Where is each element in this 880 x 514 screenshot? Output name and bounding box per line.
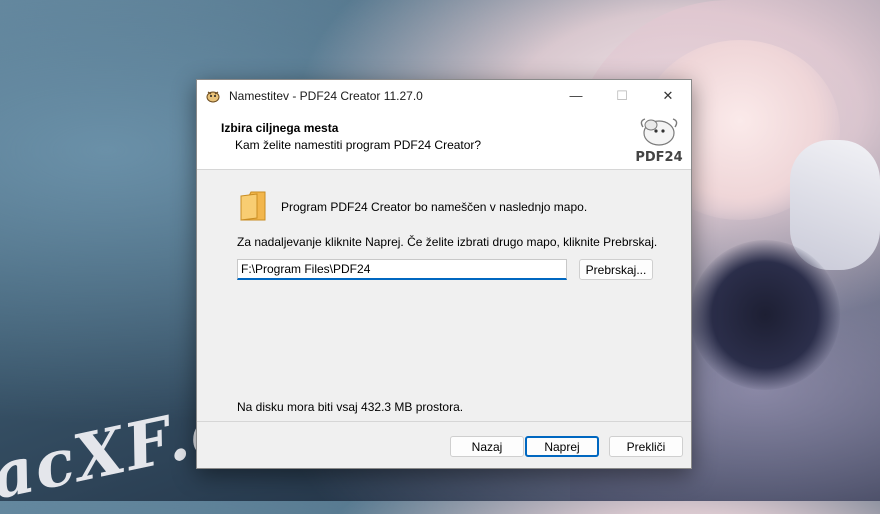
page-subtitle: Kam želite namestiti program PDF24 Creat… [235, 138, 482, 152]
wizard-content: Program PDF24 Creator bo nameščen v nasl… [197, 170, 691, 420]
install-path-input[interactable] [237, 259, 567, 280]
setup-app-icon [206, 91, 220, 102]
logo-text: PDF24 [635, 150, 682, 165]
minimize-button[interactable]: — [553, 80, 599, 111]
disk-space-text: Na disku mora biti vsaj 432.3 MB prostor… [237, 400, 464, 414]
pdf24-logo-icon: PDF24 [635, 118, 683, 165]
cancel-button[interactable]: Prekliči [609, 436, 683, 457]
maximize-button[interactable]: ☐ [599, 80, 645, 111]
wallpaper-ribbon [690, 240, 840, 390]
back-button[interactable]: Nazaj [450, 436, 524, 457]
instructions-text: Za nadaljevanje kliknite Naprej. Če želi… [237, 235, 658, 249]
browse-button[interactable]: Prebrskaj... [579, 259, 653, 280]
title-bar[interactable]: Namestitev - PDF24 Creator 11.27.0 — ☐ ✕ [197, 80, 691, 111]
wizard-header: Izbira ciljnega mesta Kam želite namesti… [197, 111, 691, 170]
setup-dialog: Namestitev - PDF24 Creator 11.27.0 — ☐ ✕… [196, 79, 692, 469]
wizard-footer: Nazaj Naprej Prekliči [197, 421, 691, 468]
window-title: Namestitev - PDF24 Creator 11.27.0 [229, 88, 423, 103]
close-button[interactable]: ✕ [645, 80, 691, 111]
page-title: Izbira ciljnega mesta [221, 121, 339, 135]
next-button[interactable]: Naprej [525, 436, 599, 457]
folder-icon [240, 191, 266, 221]
install-location-text: Program PDF24 Creator bo nameščen v nasl… [281, 200, 588, 214]
